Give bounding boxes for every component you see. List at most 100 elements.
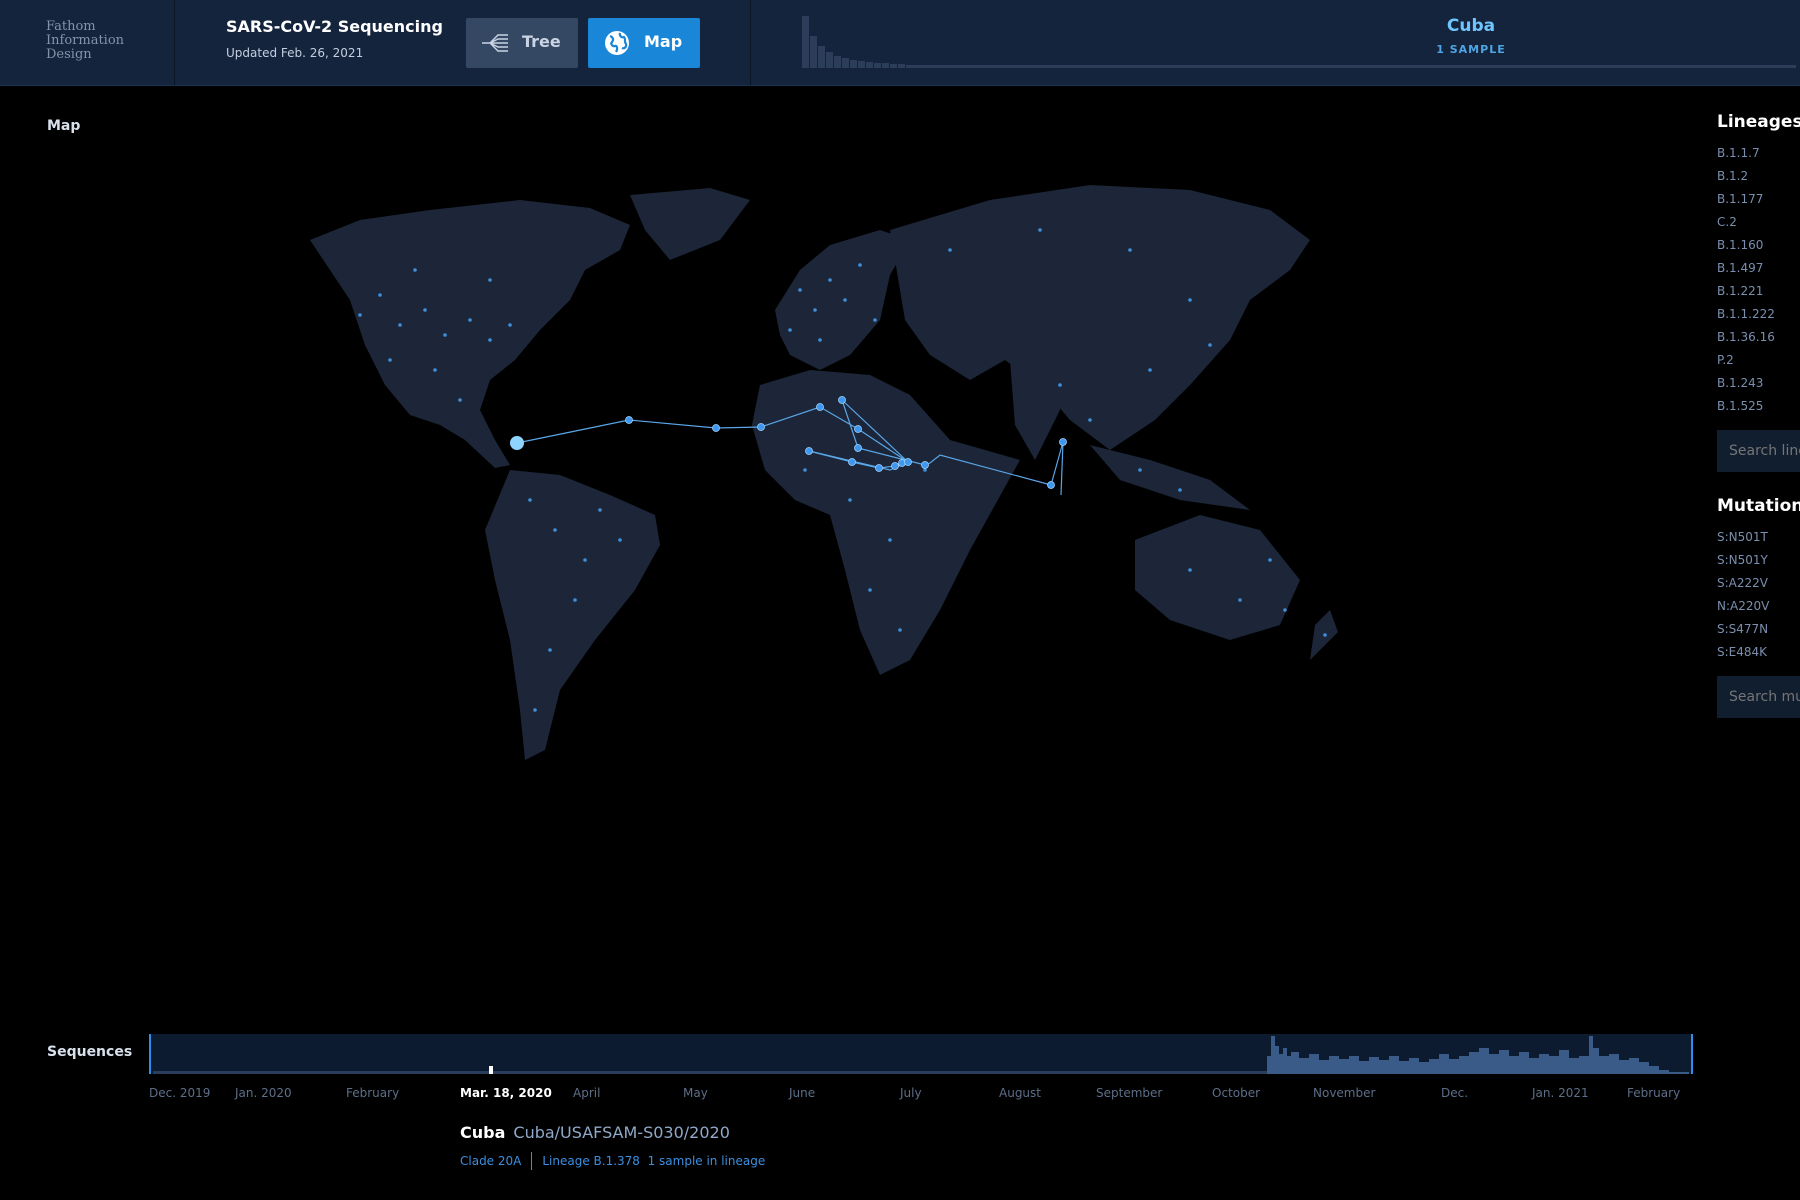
brand-line-2: Information: [46, 33, 125, 48]
brand[interactable]: Fathom Information Design: [0, 0, 175, 85]
brand-logo[interactable]: Fathom Information Design: [46, 20, 124, 62]
updated-date: Updated Feb. 26, 2021: [226, 46, 364, 60]
sample-dot: [858, 263, 862, 267]
path-node[interactable]: [854, 425, 862, 433]
sample-dot: [528, 498, 532, 502]
sample-clade[interactable]: Clade 20A: [460, 1154, 521, 1168]
hist-bar: [858, 61, 865, 68]
greenland: [630, 188, 750, 260]
north-america: [310, 200, 630, 468]
mutation-item[interactable]: S:N501T: [1717, 526, 1800, 549]
mutation-item[interactable]: N:A220V: [1717, 595, 1800, 618]
path-node[interactable]: [854, 444, 862, 452]
map-view-button[interactable]: Map: [588, 18, 700, 68]
lineage-item[interactable]: C.2: [1717, 211, 1800, 234]
selected-date-marker[interactable]: [489, 1066, 493, 1074]
selected-location-marker[interactable]: [510, 436, 524, 450]
path-node[interactable]: [1047, 481, 1055, 489]
lineages-panel: Lineages B.1.1.7 B.1.2 B.1.177 C.2 B.1.1…: [1717, 112, 1800, 472]
timeline-label: August: [999, 1086, 1041, 1100]
tree-view-button[interactable]: Tree: [466, 18, 578, 68]
lineage-search-input[interactable]: [1717, 430, 1800, 472]
hist-bar: [850, 60, 857, 68]
australia: [1135, 515, 1300, 640]
range-handle-start[interactable]: [149, 1034, 151, 1074]
lineage-item[interactable]: B.1.160: [1717, 234, 1800, 257]
globe-icon: [605, 31, 629, 55]
sample-dot: [468, 318, 472, 322]
timeline-label: Dec. 2019: [149, 1086, 211, 1100]
lineage-item[interactable]: B.1.2: [1717, 165, 1800, 188]
sample-dot: [423, 308, 427, 312]
sample-dot: [508, 323, 512, 327]
sample-dot: [413, 268, 417, 272]
mutation-item[interactable]: S:E484K: [1717, 641, 1800, 664]
path-node[interactable]: [904, 458, 912, 466]
lineage-item[interactable]: B.1.525: [1717, 395, 1800, 418]
lineage-item[interactable]: B.1.497: [1717, 257, 1800, 280]
sample-dot: [813, 308, 817, 312]
sequences-histogram[interactable]: [149, 1034, 1693, 1074]
range-handle-end[interactable]: [1691, 1034, 1693, 1074]
timeline-label: Dec.: [1441, 1086, 1469, 1100]
timeline-label: February: [1627, 1086, 1681, 1100]
lineages-list: B.1.1.7 B.1.2 B.1.177 C.2 B.1.160 B.1.49…: [1717, 142, 1800, 418]
hist-bars-late: [1267, 1036, 1689, 1074]
lineage-item[interactable]: P.2: [1717, 349, 1800, 372]
mutation-search-input[interactable]: [1717, 676, 1800, 718]
mutations-list: S:N501T S:N501Y S:A222V N:A220V S:S477N …: [1717, 526, 1800, 664]
sample-dot: [948, 248, 952, 252]
sample-dot: [1128, 248, 1132, 252]
hist-bar: [898, 64, 905, 68]
southeast-asia: [1090, 445, 1250, 510]
sample-dot: [548, 648, 552, 652]
timeline-label: June: [789, 1086, 816, 1100]
lineage-item[interactable]: B.1.221: [1717, 280, 1800, 303]
lineage-item[interactable]: B.1.177: [1717, 188, 1800, 211]
europe: [775, 230, 910, 370]
lineage-item[interactable]: B.1.1.222: [1717, 303, 1800, 326]
sample-dot: [458, 398, 462, 402]
path-node[interactable]: [1059, 438, 1067, 446]
mutation-item[interactable]: S:S477N: [1717, 618, 1800, 641]
asia: [890, 185, 1310, 450]
path-node[interactable]: [838, 396, 846, 404]
sample-dot: [1188, 298, 1192, 302]
path-node[interactable]: [816, 403, 824, 411]
sample-name[interactable]: Cuba/USAFSAM-S030/2020: [513, 1123, 729, 1142]
sample-dot: [1038, 228, 1042, 232]
timeline-label: November: [1313, 1086, 1376, 1100]
path-node[interactable]: [625, 416, 633, 424]
mutations-panel: Mutations S:N501T S:N501Y S:A222V N:A220…: [1717, 496, 1800, 718]
hist-bar: [834, 56, 841, 68]
path-node[interactable]: [891, 462, 899, 470]
top-histogram[interactable]: [802, 14, 1800, 68]
world-map[interactable]: [190, 170, 1600, 790]
lineage-item[interactable]: B.1.36.16: [1717, 326, 1800, 349]
sample-dot: [873, 318, 877, 322]
path-node[interactable]: [848, 458, 856, 466]
path-node[interactable]: [875, 464, 883, 472]
path-node[interactable]: [805, 447, 813, 455]
hist-bar: [874, 63, 881, 68]
path-node[interactable]: [757, 423, 765, 431]
sample-dot: [1148, 368, 1152, 372]
sample-title: Cuba Cuba/USAFSAM-S030/2020: [460, 1123, 730, 1142]
timeline-axis: Dec. 2019 Jan. 2020 February Mar. 18, 20…: [149, 1086, 1693, 1106]
africa: [752, 370, 1020, 675]
map-section-label: Map: [47, 118, 81, 134]
sample-dot: [433, 368, 437, 372]
path-node[interactable]: [921, 461, 929, 469]
sample-lineage[interactable]: Lineage B.1.378: [542, 1154, 640, 1168]
continents: [310, 185, 1338, 760]
india: [1010, 360, 1060, 460]
lineage-item[interactable]: B.1.1.7: [1717, 142, 1800, 165]
sample-dot: [553, 528, 557, 532]
path-node[interactable]: [712, 424, 720, 432]
sample-dot: [358, 313, 362, 317]
mutation-item[interactable]: S:A222V: [1717, 572, 1800, 595]
mutation-item[interactable]: S:N501Y: [1717, 549, 1800, 572]
lineage-item[interactable]: B.1.243: [1717, 372, 1800, 395]
sample-dot: [888, 538, 892, 542]
tree-icon: [482, 34, 508, 52]
